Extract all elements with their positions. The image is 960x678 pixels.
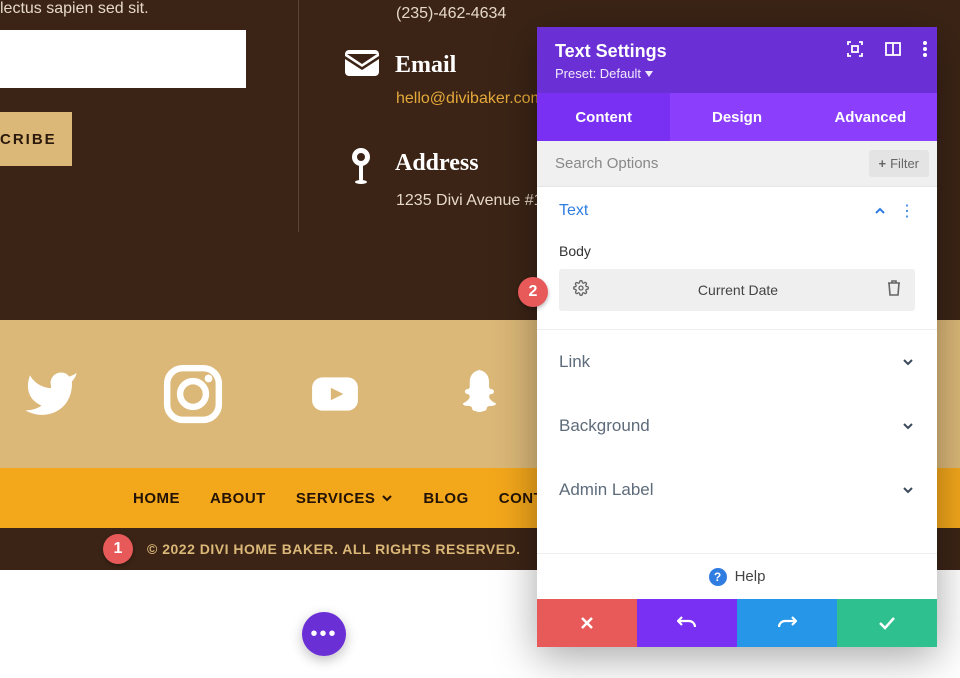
redo-button[interactable] (737, 599, 837, 647)
trash-icon[interactable] (887, 280, 901, 301)
email-input[interactable] (0, 30, 246, 88)
section-text[interactable]: Text ⋮ (537, 187, 937, 235)
nav-blog[interactable]: BLOG (423, 490, 468, 507)
section-background[interactable]: Background (537, 394, 937, 458)
dynamic-field-name: Current Date (698, 282, 778, 298)
twitter-icon[interactable] (16, 366, 86, 422)
kebab-menu-icon[interactable] (923, 41, 927, 62)
fab-button[interactable]: ••• (302, 612, 346, 656)
nav-services[interactable]: SERVICES (296, 490, 394, 507)
help-row[interactable]: ? Help (537, 553, 937, 599)
search-row: Search Options +Filter (537, 141, 937, 187)
body-label: Body (537, 235, 937, 269)
confirm-button[interactable] (837, 599, 937, 647)
chevron-down-icon (901, 355, 915, 369)
tab-design[interactable]: Design (670, 93, 803, 141)
columns-icon[interactable] (885, 41, 901, 62)
chevron-down-icon (381, 492, 393, 504)
email-heading: Email (395, 52, 456, 79)
panel-header[interactable]: Text Settings Preset: Default (537, 27, 937, 93)
filter-button[interactable]: +Filter (869, 150, 929, 177)
section-link[interactable]: Link (537, 330, 937, 394)
copyright-text: © 2022 DIVI HOME BAKER. ALL RIGHTS RESER… (147, 541, 521, 557)
tab-content[interactable]: Content (537, 93, 670, 141)
dynamic-field-row[interactable]: Current Date (559, 269, 915, 311)
chevron-down-icon (901, 483, 915, 497)
caret-down-icon (645, 71, 653, 77)
lorem-text: lectus sapien sed sit. (0, 0, 149, 18)
action-bar (537, 599, 937, 647)
search-input[interactable]: Search Options (555, 155, 658, 172)
map-pin-icon (350, 148, 372, 189)
preset-dropdown[interactable]: Preset: Default (555, 66, 919, 81)
callout-marker-2: 2 (518, 277, 548, 307)
gear-icon[interactable] (573, 280, 589, 301)
section-kebab-icon[interactable]: ⋮ (899, 201, 915, 221)
youtube-icon[interactable] (300, 369, 370, 419)
instagram-icon[interactable] (162, 363, 224, 425)
nav-home[interactable]: HOME (133, 490, 180, 507)
callout-marker-1: 1 (103, 534, 133, 564)
address-value: 1235 Divi Avenue #10 (396, 192, 551, 210)
settings-panel: Text Settings Preset: Default Content De… (537, 27, 937, 647)
tab-advanced[interactable]: Advanced (804, 93, 937, 141)
undo-button[interactable] (637, 599, 737, 647)
vertical-divider (298, 0, 299, 232)
chevron-down-icon (901, 419, 915, 433)
panel-body: Text ⋮ Body Current Date Link Background (537, 187, 937, 553)
section-admin-label[interactable]: Admin Label (537, 458, 937, 522)
close-button[interactable] (537, 599, 637, 647)
subscribe-button[interactable]: CRIBE (0, 112, 72, 166)
email-link[interactable]: hello@divibaker.com (396, 90, 544, 108)
address-heading: Address (395, 150, 479, 177)
panel-tabs: Content Design Advanced (537, 93, 937, 141)
help-icon: ? (709, 568, 727, 586)
nav-about[interactable]: ABOUT (210, 490, 266, 507)
envelope-icon (345, 50, 379, 81)
phone-value: (235)-462-4634 (396, 5, 506, 23)
expand-icon[interactable] (847, 41, 863, 62)
snapchat-icon[interactable] (446, 365, 508, 423)
chevron-up-icon (873, 204, 887, 218)
